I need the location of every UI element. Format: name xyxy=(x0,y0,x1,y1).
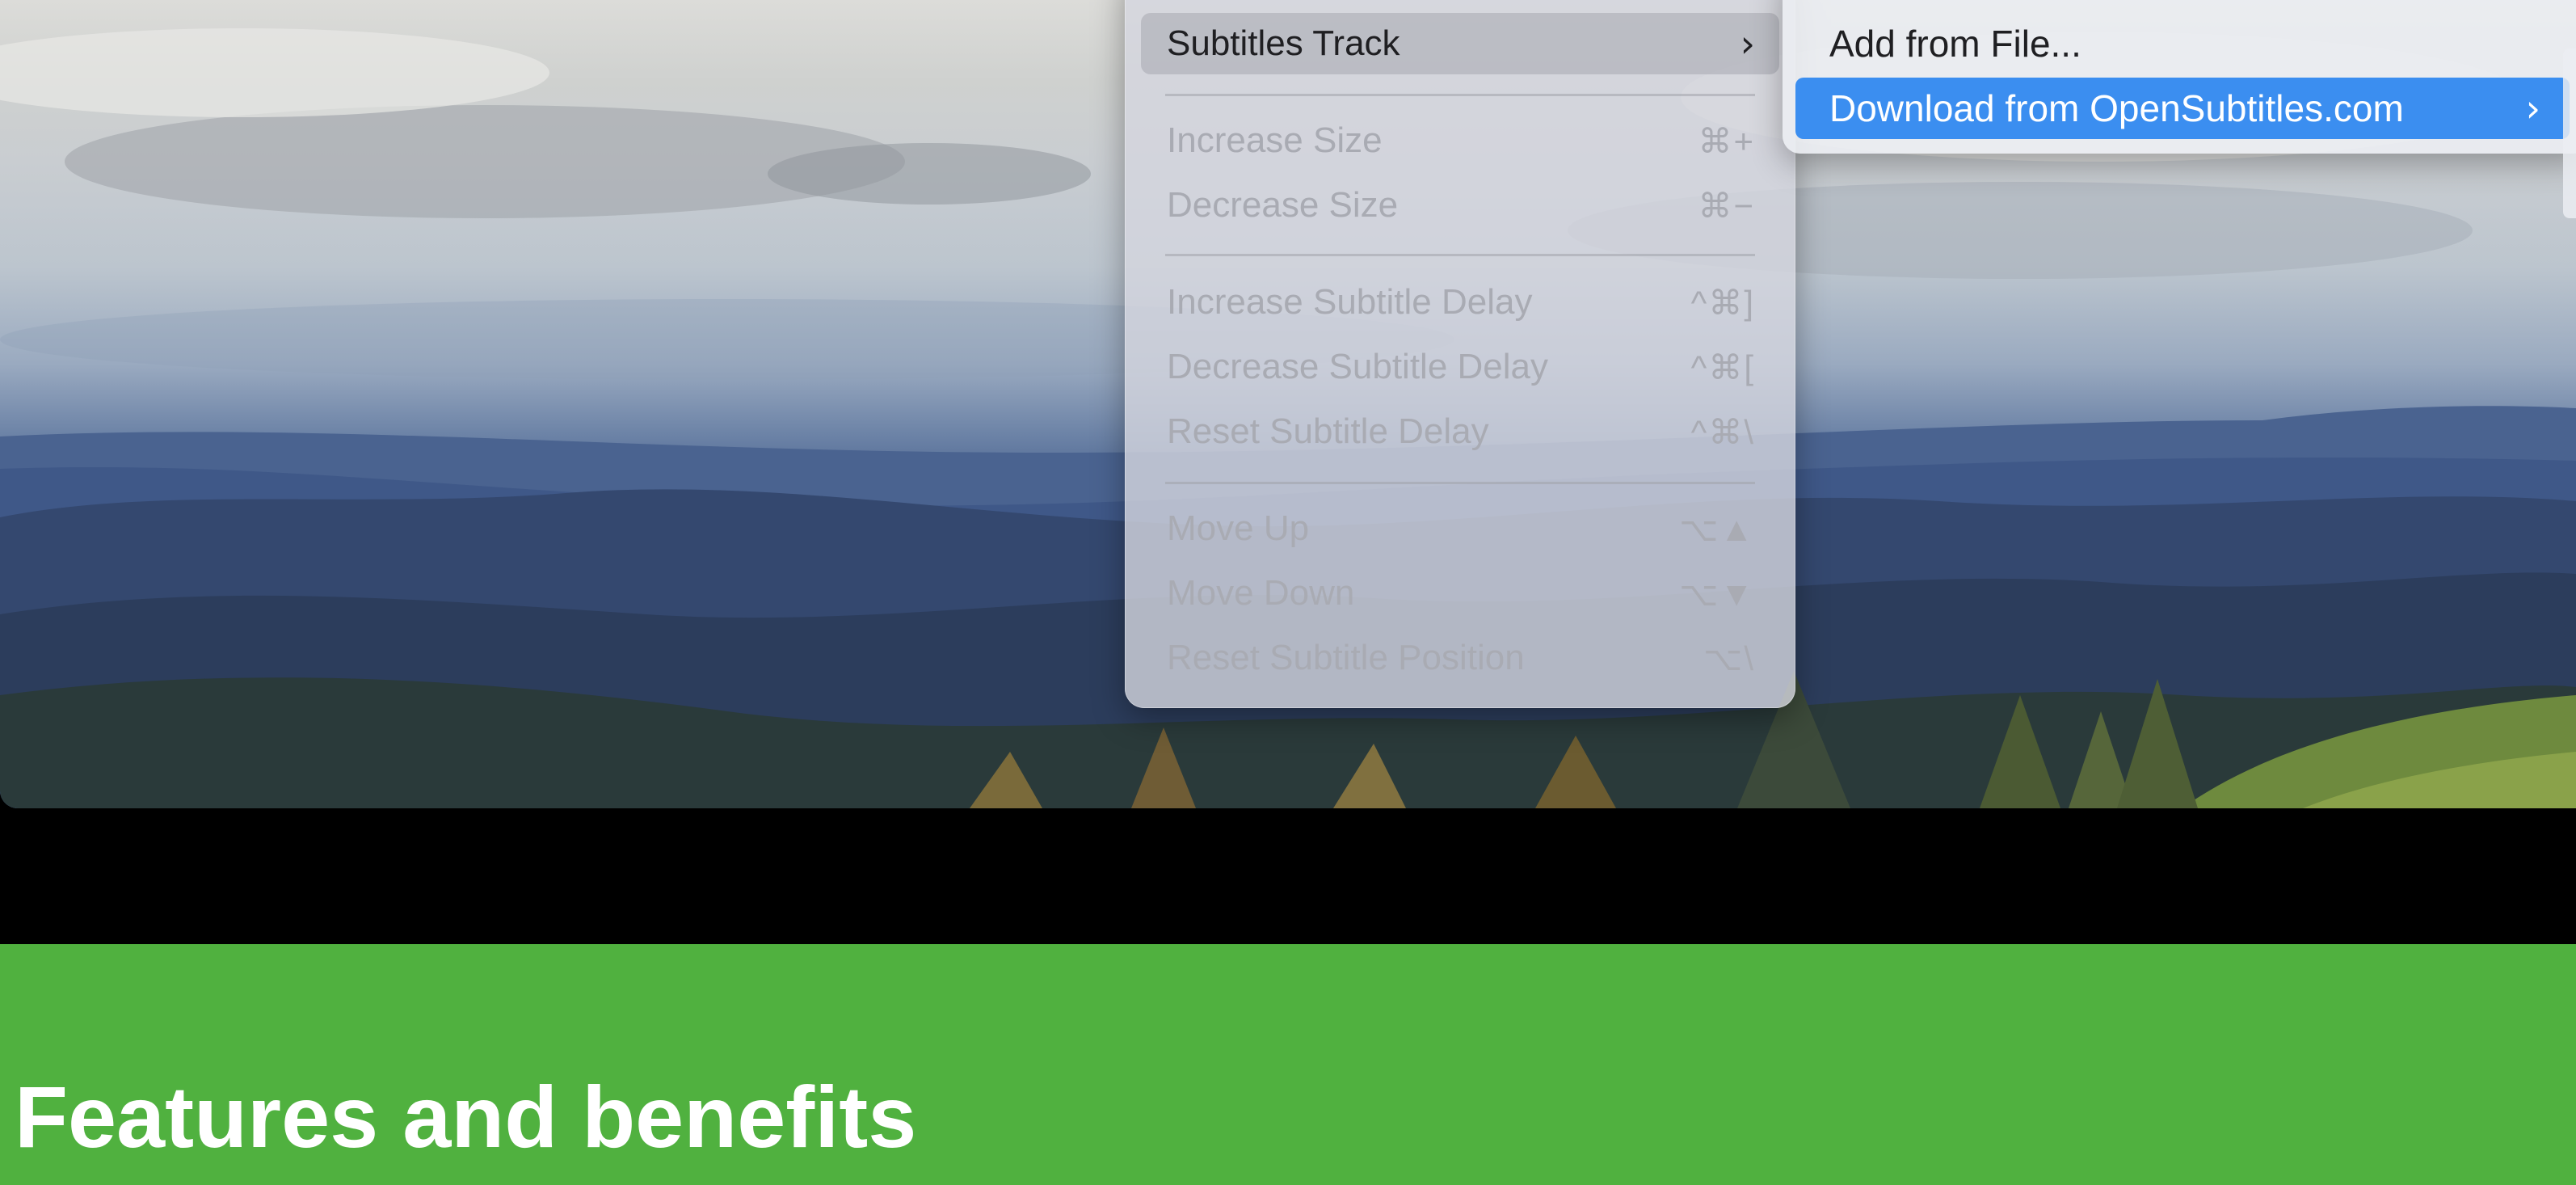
menu-item-shortcut: ^⌘\ xyxy=(1690,412,1755,451)
menu-item-reset-subtitle-position[interactable]: Reset Subtitle Position ⌥\ xyxy=(1141,627,1779,689)
chevron-right-icon: › xyxy=(2525,86,2540,130)
menu-item-label: Decrease Size xyxy=(1167,185,1399,225)
menu-item-label: Subtitles Track xyxy=(1167,23,1400,63)
submenu-item-label: Add from File... xyxy=(1829,23,2081,65)
submenu-item-add-from-file[interactable]: Add from File... xyxy=(1795,13,2570,74)
menu-separator xyxy=(1165,482,1755,484)
menu-item-shortcut: ⌥▼ xyxy=(1679,574,1755,613)
subtitles-track-submenu: Add from File... Download from OpenSubti… xyxy=(1783,0,2576,154)
video-frame: Subtitles Track › Increase Size ⌘+ Decre… xyxy=(0,0,2576,808)
menu-item-label: Increase Size xyxy=(1167,120,1383,160)
menu-item-label: Move Down xyxy=(1167,573,1355,613)
menu-separator xyxy=(1165,94,1755,96)
menu-item-decrease-size[interactable]: Decrease Size ⌘− xyxy=(1141,175,1779,236)
subtitles-context-menu: Subtitles Track › Increase Size ⌘+ Decre… xyxy=(1125,0,1795,708)
menu-item-reset-subtitle-delay[interactable]: Reset Subtitle Delay ^⌘\ xyxy=(1141,401,1779,462)
submenu-item-download-opensubtitles[interactable]: Download from OpenSubtitles.com › xyxy=(1795,78,2570,139)
submenu-item-label: Download from OpenSubtitles.com xyxy=(1829,87,2404,129)
menu-item-decrease-subtitle-delay[interactable]: Decrease Subtitle Delay ^⌘[ xyxy=(1141,336,1779,398)
menu-item-label: Increase Subtitle Delay xyxy=(1167,282,1533,322)
menu-item-label: Decrease Subtitle Delay xyxy=(1167,347,1549,386)
menu-item-increase-subtitle-delay[interactable]: Increase Subtitle Delay ^⌘] xyxy=(1141,272,1779,333)
menu-item-increase-size[interactable]: Increase Size ⌘+ xyxy=(1141,110,1779,171)
menu-item-move-up[interactable]: Move Up ⌥▲ xyxy=(1141,498,1779,559)
menu-item-shortcut: ⌥\ xyxy=(1703,639,1755,677)
menu-separator xyxy=(1165,254,1755,256)
page-heading: Features and benefits xyxy=(15,1068,917,1166)
menu-item-subtitles-track[interactable]: Subtitles Track › xyxy=(1141,13,1779,74)
menu-item-shortcut: ^⌘] xyxy=(1690,283,1755,322)
menu-item-label: Reset Subtitle Position xyxy=(1167,638,1525,677)
menu-item-move-down[interactable]: Move Down ⌥▼ xyxy=(1141,563,1779,624)
nested-submenu-edge xyxy=(2563,48,2576,218)
menu-item-shortcut: ^⌘[ xyxy=(1690,348,1755,386)
menu-item-label: Reset Subtitle Delay xyxy=(1167,411,1489,451)
menu-item-shortcut: ⌥▲ xyxy=(1679,509,1755,548)
menu-item-label: Move Up xyxy=(1167,508,1310,548)
menu-item-shortcut: ⌘+ xyxy=(1698,121,1755,160)
menu-item-shortcut: ⌘− xyxy=(1698,186,1755,225)
chevron-right-icon: › xyxy=(1740,22,1755,65)
